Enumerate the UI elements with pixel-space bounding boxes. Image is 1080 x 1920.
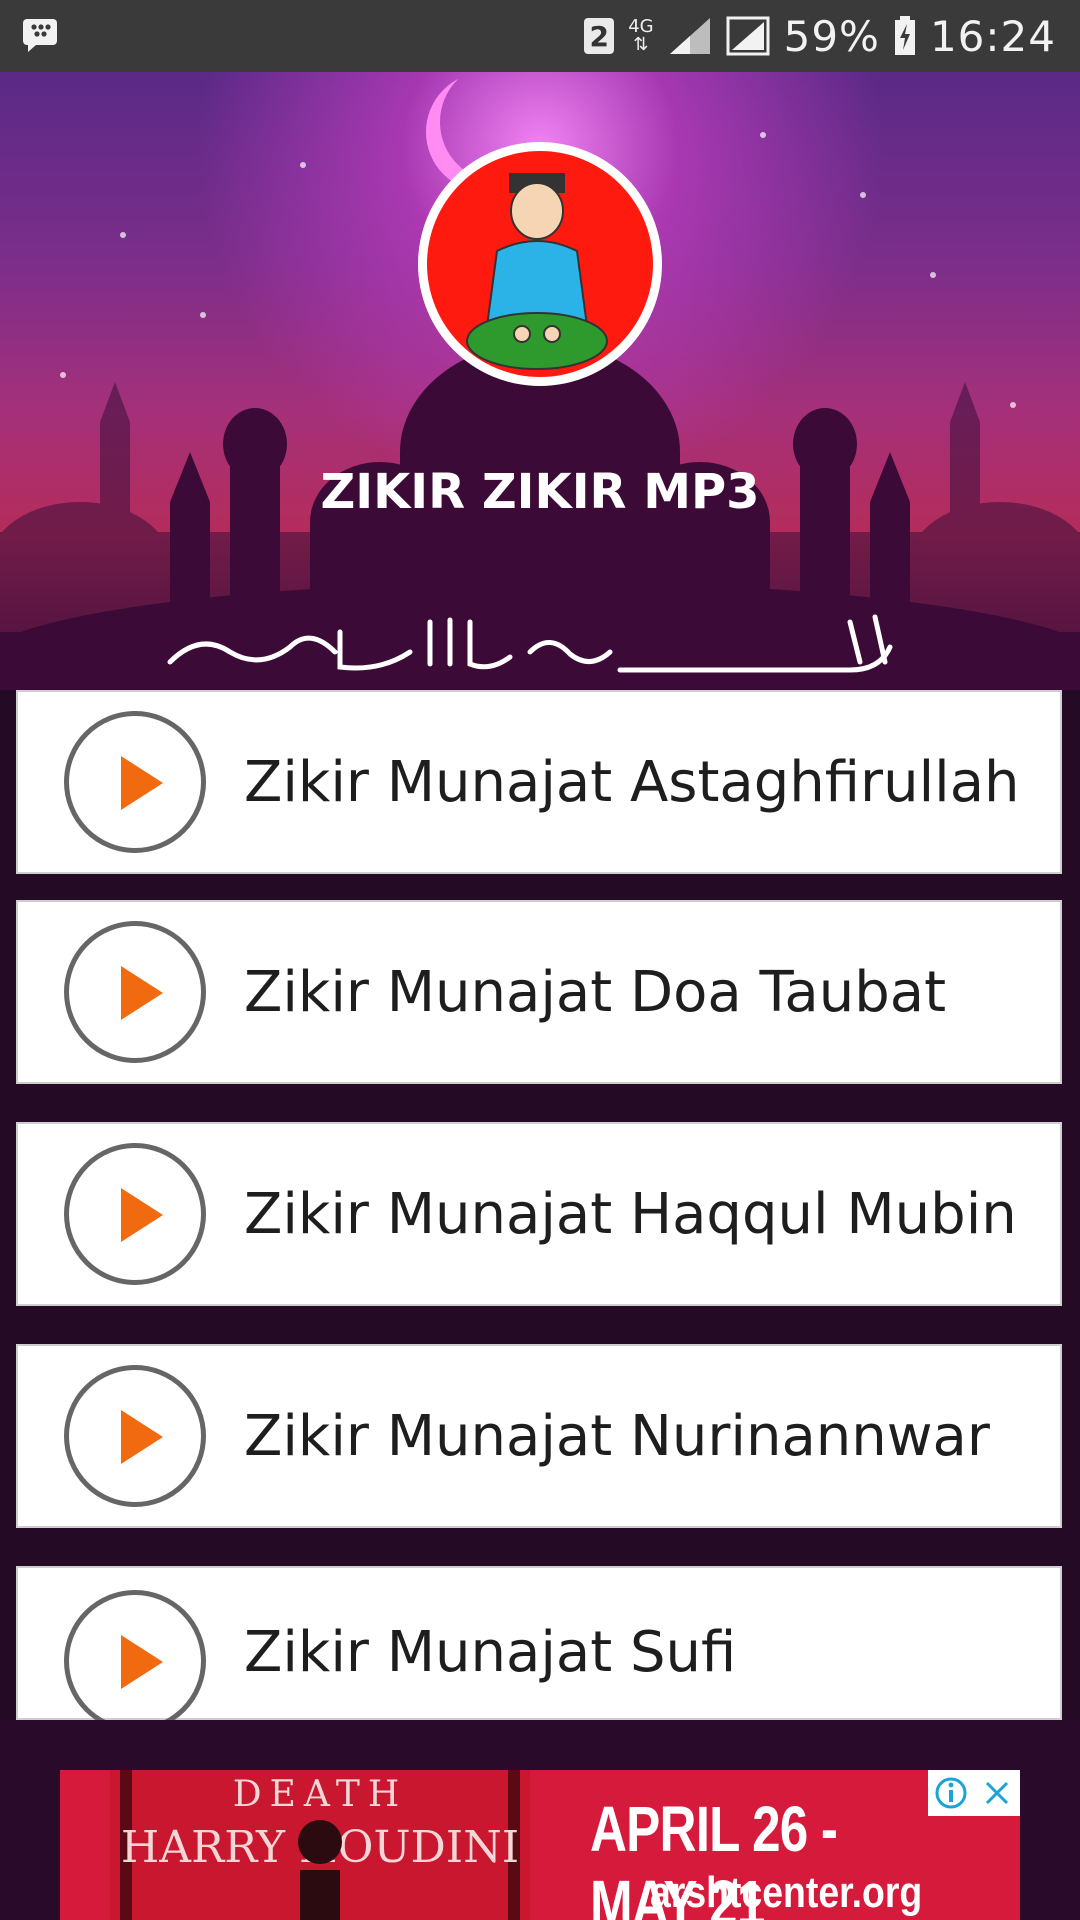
sim-icon: 2: [584, 18, 615, 54]
list-item[interactable]: Zikir Munajat Sufi: [16, 1566, 1062, 1720]
play-icon: [121, 756, 163, 810]
play-button[interactable]: [64, 1365, 206, 1507]
clock: 16:24: [929, 11, 1056, 61]
play-button[interactable]: [64, 1590, 206, 1720]
app-title: ZIKIR ZIKIR MP3: [320, 464, 760, 520]
list-item-label: Zikir Munajat Nurinannwar: [244, 1403, 990, 1469]
play-icon: [121, 1188, 163, 1242]
ad-close-icon[interactable]: [974, 1770, 1020, 1816]
app-logo: [418, 142, 662, 386]
list-item-label: Zikir Munajat Astaghfirullah: [244, 749, 1020, 815]
play-button[interactable]: [64, 921, 206, 1063]
play-icon: [121, 1635, 163, 1689]
signal-icon: [669, 18, 710, 54]
play-icon: [121, 1410, 163, 1464]
play-icon: [121, 966, 163, 1020]
list-item[interactable]: Zikir Munajat Nurinannwar: [16, 1344, 1062, 1528]
list-item-label: Zikir Munajat Sufi: [244, 1620, 737, 1685]
battery-percent: 59%: [783, 11, 880, 61]
zikir-list: Zikir Munajat Astaghfirullah Zikir Munaj…: [0, 690, 1080, 1720]
list-item-label: Zikir Munajat Haqqul Mubin: [244, 1181, 1017, 1247]
harry-houdini-ad-artwork: DEATH HARRY HOUDINI: [110, 1770, 530, 1920]
list-item[interactable]: Zikir Munajat Astaghfirullah: [16, 690, 1062, 874]
praying-boy-icon: [466, 173, 608, 370]
bbm-notification-icon: [22, 18, 58, 56]
status-bar: 2 4G ⇅ 59% 16:24: [0, 0, 1080, 72]
header-banner: ZIKIR ZIKIR MP3: [0, 72, 1080, 692]
ad-banner[interactable]: DEATH HARRY HOUDINI APRIL 26 - MAY 21 ar…: [60, 1770, 1020, 1920]
battery-charging-icon: [894, 16, 915, 55]
list-item-label: Zikir Munajat Doa Taubat: [244, 959, 947, 1025]
ad-site: arshtcenter.org: [650, 1868, 923, 1917]
signal-secondary-icon: [726, 16, 770, 56]
list-item[interactable]: Zikir Munajat Haqqul Mubin: [16, 1122, 1062, 1306]
ad-info-icon[interactable]: [928, 1770, 974, 1816]
bismillah-calligraphy: [167, 614, 893, 673]
ad-headline: DEATH: [233, 1774, 408, 1815]
network-type-icon: 4G ⇅: [628, 16, 654, 55]
play-button[interactable]: [64, 711, 206, 853]
list-item[interactable]: Zikir Munajat Doa Taubat: [16, 900, 1062, 1084]
play-button[interactable]: [64, 1143, 206, 1285]
